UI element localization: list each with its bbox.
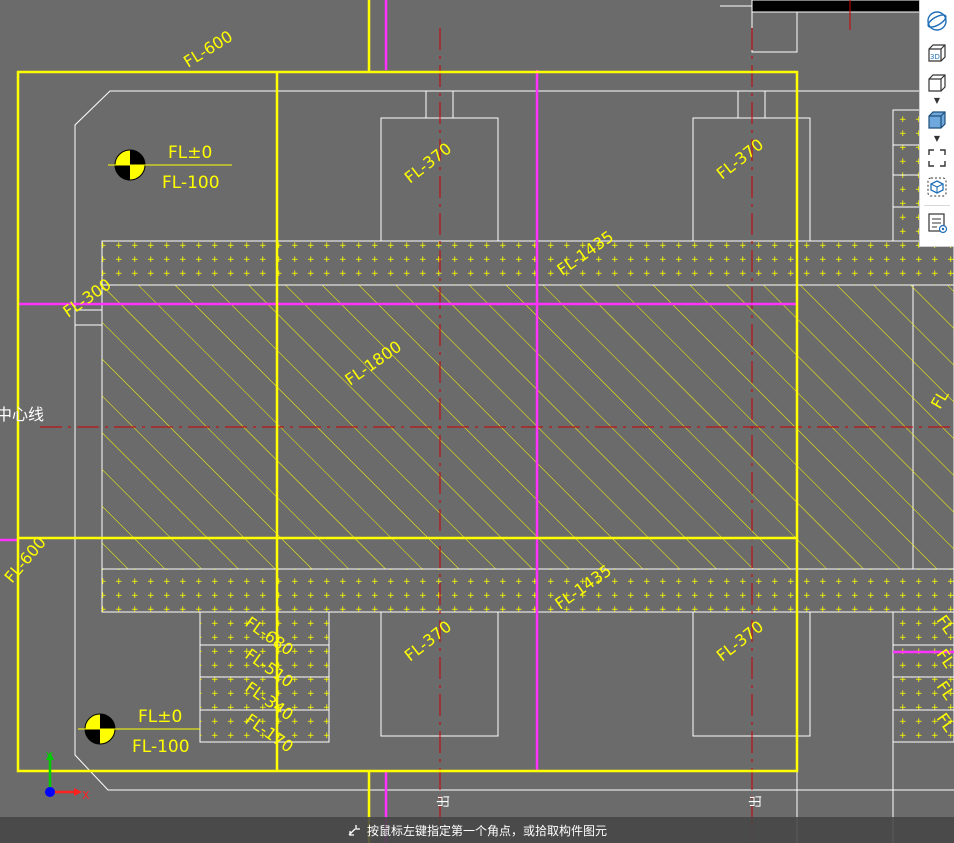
elevation-mark-1: FL±0 FL-100 [108, 143, 232, 193]
cad-canvas[interactable]: + [0, 0, 954, 843]
label-centerline: 中心线 [0, 405, 44, 424]
toolbar-divider [924, 205, 950, 206]
exit-mark-2: 出 [749, 795, 764, 808]
label-fl-600-top: FL-600 [180, 27, 236, 72]
axis-y-label: Y [45, 750, 53, 763]
elevation-lower-2: FL-100 [132, 737, 190, 757]
orbit-icon[interactable] [924, 8, 950, 34]
chevron-down-icon[interactable]: ▼ [932, 135, 942, 143]
status-prompt: 按鼠标左键指定第一个角点，或拾取构件图元 [366, 823, 607, 838]
status-bar: 按鼠标左键指定第一个角点，或拾取构件图元 [0, 817, 954, 843]
elevation-lower-1: FL-100 [162, 173, 220, 193]
elevation-mark-2: FL±0 FL-100 [78, 707, 200, 757]
exit-mark-1: 出 [437, 795, 452, 808]
view-3d-label: 3D [930, 53, 940, 61]
ucs-axis-icon: Y X [45, 750, 90, 800]
cursor-prompt-icon [348, 825, 360, 836]
view-toolbar: 3D ▼ ▼ [919, 0, 954, 247]
zoom-extents-icon[interactable] [924, 145, 950, 171]
view-solid-cube-icon[interactable] [924, 107, 950, 133]
select-component-icon[interactable] [924, 174, 950, 200]
view-3d-icon[interactable]: 3D [924, 40, 950, 66]
elevation-upper-2: FL±0 [138, 707, 182, 727]
axis-x-label: X [82, 789, 90, 800]
top-right-block [720, 0, 923, 53]
drawing-area[interactable]: + [0, 0, 954, 843]
properties-panel-icon[interactable] [924, 210, 950, 236]
view-cube-icon[interactable] [924, 70, 950, 96]
elevation-upper-1: FL±0 [168, 143, 212, 163]
chevron-down-icon[interactable]: ▼ [932, 97, 942, 105]
